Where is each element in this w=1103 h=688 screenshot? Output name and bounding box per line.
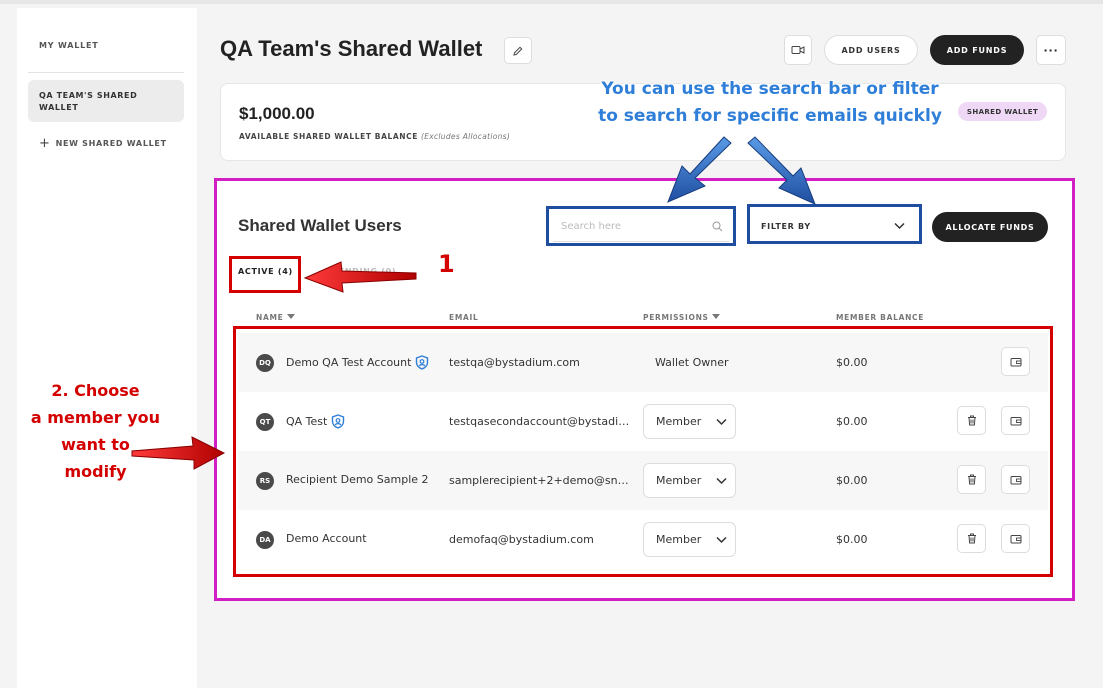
- video-camera-icon: [791, 46, 805, 54]
- sidebar-divider: [28, 72, 184, 73]
- annotation-step-1: 1: [438, 250, 455, 278]
- add-users-button[interactable]: ADD USERS: [824, 35, 918, 65]
- sidebar: MY WALLET QA TEAM'S SHARED WALLET + NEW …: [17, 8, 197, 688]
- shared-wallet-badge: SHARED WALLET: [958, 102, 1047, 121]
- more-options-button[interactable]: ···: [1036, 35, 1066, 65]
- balance-label: AVAILABLE SHARED WALLET BALANCE (Excludes…: [239, 132, 510, 141]
- balance-amount: $1,000.00: [239, 104, 315, 123]
- annotation-search-outline: [546, 206, 736, 246]
- new-shared-wallet-label: NEW SHARED WALLET: [55, 139, 167, 148]
- page-title: QA Team's Shared Wallet: [220, 36, 483, 61]
- sidebar-heading: MY WALLET: [39, 41, 99, 50]
- annotation-filter-outline: [747, 204, 922, 244]
- annotation-step-2: 2. Choose a member you want to modify: [30, 381, 161, 481]
- pencil-icon: [513, 46, 523, 56]
- top-divider: [0, 0, 1103, 4]
- new-shared-wallet-button[interactable]: + NEW SHARED WALLET: [39, 136, 167, 151]
- annotation-member-rows-outline: [233, 326, 1053, 577]
- add-funds-button[interactable]: ADD FUNDS: [930, 35, 1024, 65]
- edit-title-button[interactable]: [504, 37, 532, 64]
- annotation-search-tip: You can use the search bar or filter to …: [598, 79, 942, 126]
- sidebar-item-qa-team-wallet[interactable]: QA TEAM'S SHARED WALLET: [28, 80, 184, 122]
- annotation-active-tab-outline: [229, 256, 301, 293]
- balance-label-text: AVAILABLE SHARED WALLET BALANCE: [239, 132, 418, 141]
- balance-note: (Excludes Allocations): [420, 132, 511, 141]
- video-button[interactable]: [784, 35, 812, 65]
- plus-icon: +: [39, 136, 51, 151]
